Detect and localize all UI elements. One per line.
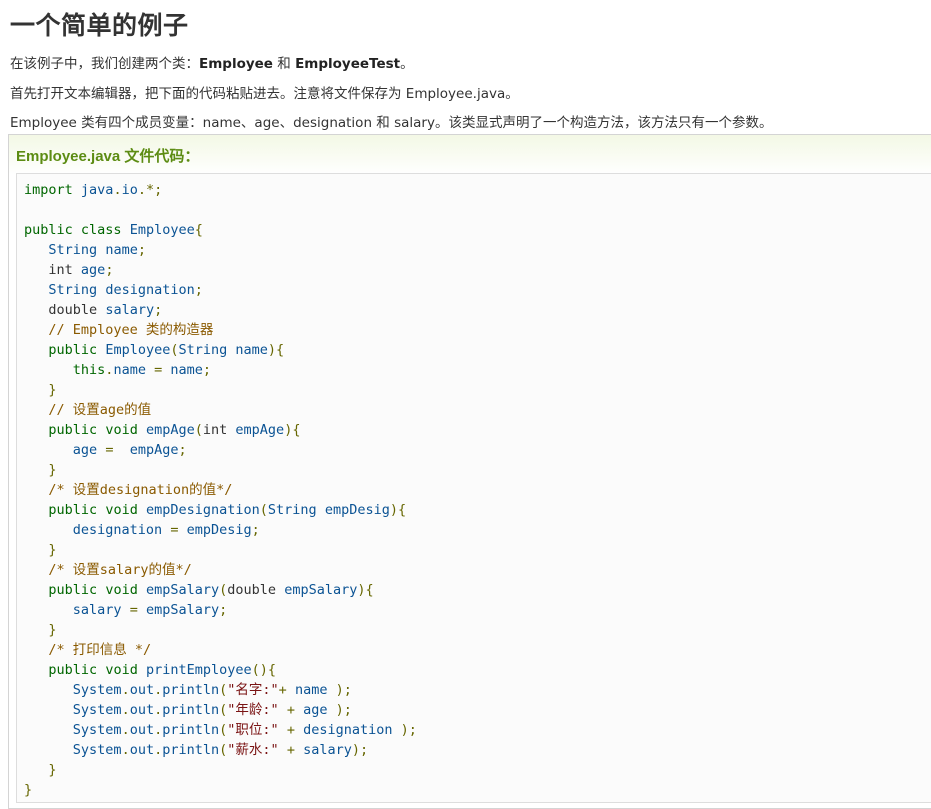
intro-text-and: 和	[272, 56, 296, 72]
description-paragraph: Employee 类有四个成员变量：name、age、designation 和…	[10, 115, 773, 131]
code-text[interactable]: import java.io.*; public class Employee{…	[17, 174, 931, 800]
code-block[interactable]: import java.io.*; public class Employee{…	[16, 173, 931, 803]
intro-text-prefix: 在该例子中，我们创建两个类：	[10, 56, 199, 72]
code-example-panel: Employee.java 文件代码： import java.io.*; pu…	[8, 134, 931, 809]
class-name-employeetest: EmployeeTest	[295, 56, 401, 72]
article-page: 一个简单的例子 在该例子中，我们创建两个类：Employee 和 Employe…	[0, 0, 931, 809]
instruction-paragraph: 首先打开文本编辑器，把下面的代码粘贴进去。注意将文件保存为 Employee.j…	[10, 86, 519, 102]
code-example-title: Employee.java 文件代码：	[16, 148, 200, 165]
page-title: 一个简单的例子	[10, 11, 189, 40]
class-name-employee: Employee	[199, 56, 273, 72]
intro-paragraph: 在该例子中，我们创建两个类：Employee 和 EmployeeTest。	[10, 52, 414, 72]
intro-text-suffix: 。	[400, 56, 414, 72]
